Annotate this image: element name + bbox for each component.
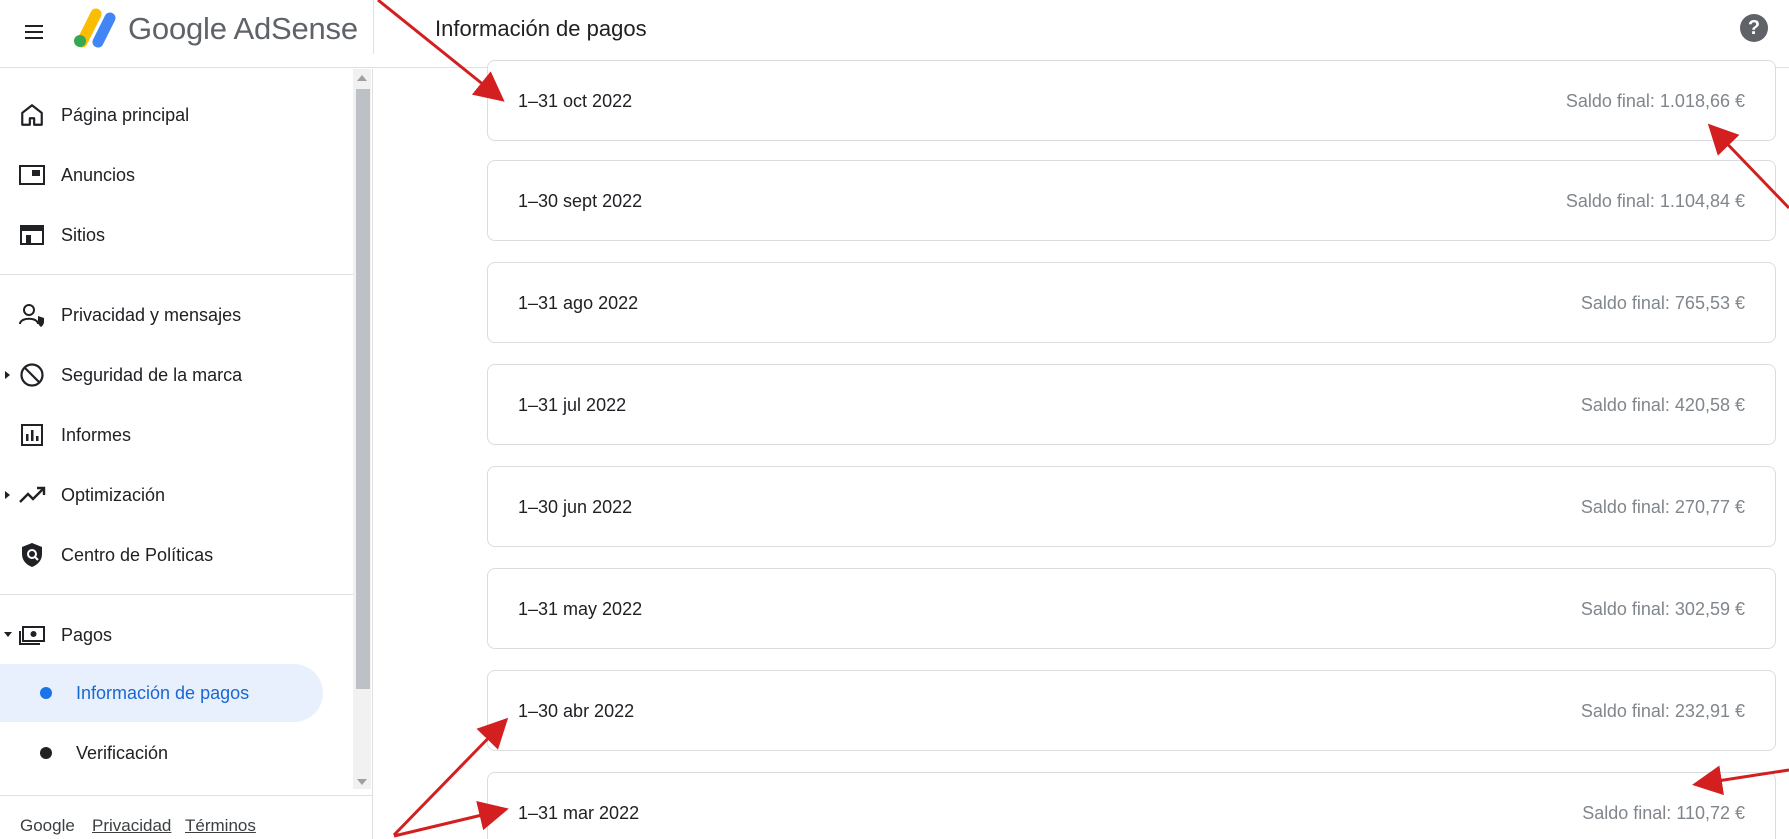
bullet-icon bbox=[40, 747, 52, 759]
sidebar-item-label: Seguridad de la marca bbox=[61, 364, 243, 385]
statement-card[interactable]: 1–30 abr 2022 Saldo final: 232,91 € bbox=[487, 670, 1776, 751]
bullet-icon bbox=[40, 687, 52, 699]
sidebar: Página principal Anuncios Sitios Privaci… bbox=[0, 69, 373, 839]
statement-balance: Saldo final: 232,91 € bbox=[1580, 701, 1745, 721]
sidebar-item-centro-politicas[interactable]: Centro de Políticas bbox=[0, 526, 350, 584]
statement-balance: Saldo final: 270,77 € bbox=[1580, 497, 1745, 517]
sidebar-item-informes[interactable]: Informes bbox=[0, 406, 350, 464]
header-divider bbox=[373, 0, 374, 54]
sidebar-item-label: Información de pagos bbox=[76, 682, 250, 703]
statement-period: 1–31 ago 2022 bbox=[518, 293, 639, 313]
statements-list: 1–31 oct 2022 Saldo final: 1.018,66 € 1–… bbox=[374, 60, 1789, 839]
statement-period: 1–31 mar 2022 bbox=[518, 803, 640, 823]
sidebar-item-label: Página principal bbox=[61, 104, 190, 125]
collapse-arrow-icon[interactable] bbox=[3, 630, 13, 640]
trending-up-icon bbox=[18, 481, 46, 509]
payments-icon bbox=[18, 621, 46, 649]
statement-card[interactable]: 1–30 sept 2022 Saldo final: 1.104,84 € bbox=[487, 160, 1776, 241]
footer-brand: Google bbox=[20, 816, 75, 835]
statement-period: 1–30 abr 2022 bbox=[518, 701, 635, 721]
sidebar-item-label: Privacidad y mensajes bbox=[61, 304, 242, 325]
expand-arrow-icon[interactable] bbox=[3, 370, 13, 380]
sidebar-item-label: Informes bbox=[61, 424, 132, 445]
scroll-up-icon[interactable] bbox=[357, 75, 367, 81]
scroll-thumb[interactable] bbox=[356, 89, 370, 689]
terms-link[interactable]: Términos bbox=[185, 816, 256, 836]
sidebar-footer: Google Privacidad Términos bbox=[0, 795, 373, 839]
sidebar-item-label: Sitios bbox=[61, 224, 106, 245]
page-title: Información de pagos bbox=[435, 16, 647, 41]
statement-period: 1–31 may 2022 bbox=[518, 599, 643, 619]
statement-card[interactable]: 1–31 oct 2022 Saldo final: 1.018,66 € bbox=[487, 60, 1776, 141]
sidebar-subitem-verificacion[interactable]: Verificación bbox=[0, 724, 350, 782]
statement-balance: Saldo final: 420,58 € bbox=[1580, 395, 1745, 415]
sidebar-item-anuncios[interactable]: Anuncios bbox=[0, 146, 350, 204]
menu-icon[interactable] bbox=[14, 12, 54, 52]
sidebar-item-home[interactable]: Página principal bbox=[0, 86, 350, 144]
block-icon bbox=[18, 361, 46, 389]
sidebar-item-pagos[interactable]: Pagos bbox=[0, 606, 350, 664]
sidebar-item-label: Optimización bbox=[61, 484, 166, 505]
statement-balance: Saldo final: 765,53 € bbox=[1580, 293, 1745, 313]
ads-icon bbox=[18, 161, 46, 189]
reports-icon bbox=[18, 421, 46, 449]
sidebar-item-seguridad-marca[interactable]: Seguridad de la marca bbox=[0, 346, 350, 404]
sidebar-subitem-informacion-pagos[interactable]: Información de pagos bbox=[0, 664, 323, 722]
sidebar-item-label: Verificación bbox=[76, 742, 169, 763]
statement-card[interactable]: 1–31 ago 2022 Saldo final: 765,53 € bbox=[487, 262, 1776, 343]
scroll-down-icon[interactable] bbox=[357, 779, 367, 785]
sidebar-item-label: Anuncios bbox=[61, 164, 136, 185]
statement-balance: Saldo final: 1.104,84 € bbox=[1565, 191, 1745, 211]
sites-icon bbox=[18, 221, 46, 249]
statement-period: 1–30 jun 2022 bbox=[518, 497, 633, 517]
expand-arrow-icon[interactable] bbox=[3, 490, 13, 500]
sidebar-scrollbar[interactable] bbox=[353, 69, 371, 789]
privacy-link[interactable]: Privacidad bbox=[92, 816, 171, 836]
statement-card[interactable]: 1–31 jul 2022 Saldo final: 420,58 € bbox=[487, 364, 1776, 445]
nav-divider bbox=[0, 594, 353, 595]
statement-balance: Saldo final: 1.018,66 € bbox=[1565, 91, 1745, 111]
statement-balance: Saldo final: 110,72 € bbox=[1582, 803, 1745, 823]
nav-divider bbox=[0, 274, 353, 275]
statement-period: 1–30 sept 2022 bbox=[518, 191, 643, 211]
statement-balance: Saldo final: 302,59 € bbox=[1580, 599, 1745, 619]
statement-card[interactable]: 1–31 may 2022 Saldo final: 302,59 € bbox=[487, 568, 1776, 649]
statement-period: 1–31 oct 2022 bbox=[518, 91, 633, 111]
statement-period: 1–31 jul 2022 bbox=[518, 395, 627, 415]
statement-card[interactable]: 1–30 jun 2022 Saldo final: 270,77 € bbox=[487, 466, 1776, 547]
sidebar-item-privacidad[interactable]: Privacidad y mensajes bbox=[0, 286, 350, 344]
sidebar-item-label: Pagos bbox=[61, 624, 113, 645]
brand-name: Google AdSense bbox=[128, 11, 358, 46]
policy-shield-icon bbox=[18, 541, 46, 569]
sidebar-item-sitios[interactable]: Sitios bbox=[0, 206, 350, 264]
home-icon bbox=[18, 101, 46, 129]
sidebar-item-optimizacion[interactable]: Optimización bbox=[0, 466, 350, 524]
top-bar: Google AdSense Información de pagos ? bbox=[0, 0, 1789, 68]
privacy-icon bbox=[18, 301, 46, 329]
statement-card[interactable]: 1–31 mar 2022 Saldo final: 110,72 € bbox=[487, 772, 1776, 839]
sidebar-item-label: Centro de Políticas bbox=[61, 544, 214, 565]
help-icon[interactable]: ? bbox=[1740, 14, 1768, 42]
adsense-logo-icon bbox=[70, 6, 120, 48]
